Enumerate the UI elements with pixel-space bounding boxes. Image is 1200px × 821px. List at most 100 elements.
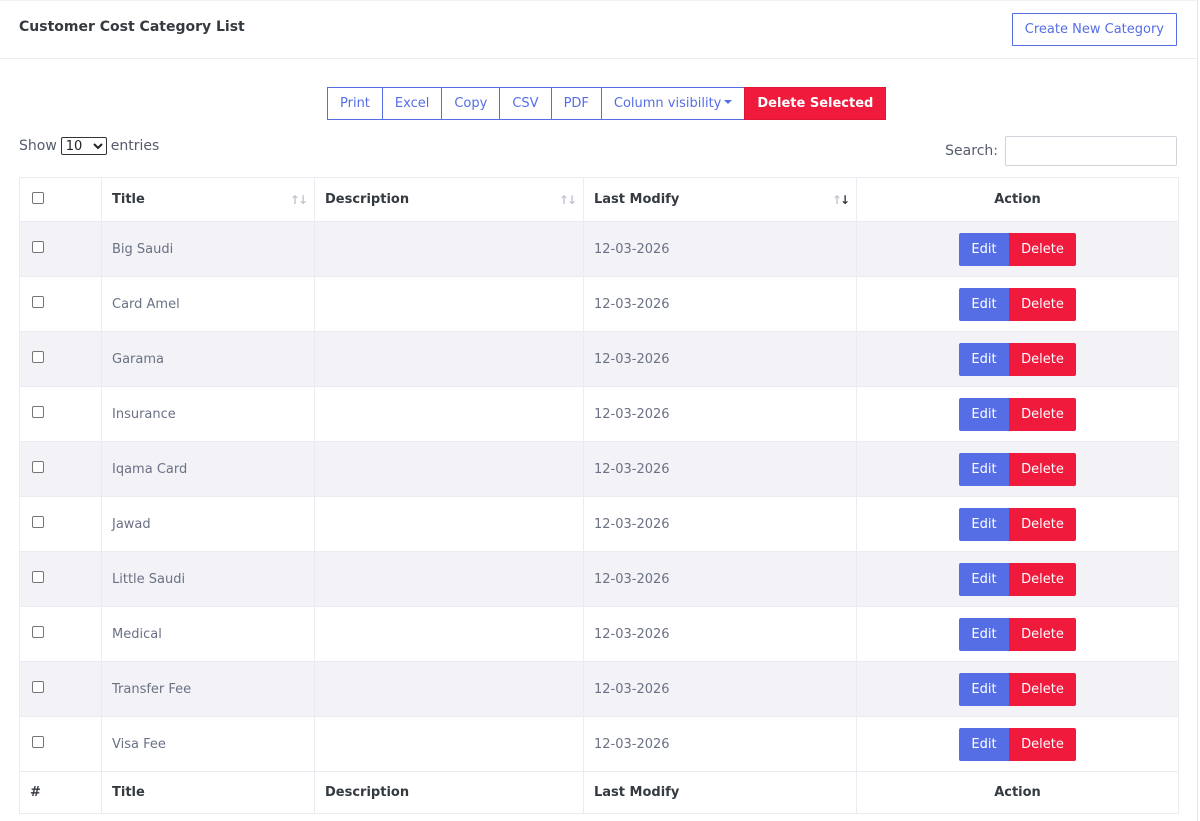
row-checkbox[interactable] <box>32 241 44 253</box>
entries-label: entries <box>110 138 160 154</box>
column-header-action: Action <box>856 177 1179 222</box>
delete-button[interactable]: Delete <box>1009 617 1076 651</box>
edit-button[interactable]: Edit <box>959 287 1009 321</box>
row-description <box>314 606 584 662</box>
row-description <box>314 441 584 497</box>
table-row: Transfer Fee 12-03-2026 Edit Delete <box>19 661 1179 717</box>
delete-button[interactable]: Delete <box>1009 562 1076 596</box>
row-action-cell: Edit Delete <box>856 661 1179 717</box>
row-description <box>314 661 584 717</box>
row-checkbox[interactable] <box>32 516 44 528</box>
select-all-checkbox[interactable] <box>32 191 44 204</box>
table-row: Visa Fee 12-03-2026 Edit Delete <box>19 716 1179 772</box>
row-last-modify: 12-03-2026 <box>583 606 857 662</box>
edit-button[interactable]: Edit <box>959 452 1009 486</box>
table-row: Jawad 12-03-2026 Edit Delete <box>19 496 1179 552</box>
edit-button[interactable]: Edit <box>959 727 1009 761</box>
column-header-description[interactable]: Description ↑↓ <box>314 177 584 222</box>
row-description <box>314 386 584 442</box>
row-action-group: Edit Delete <box>867 342 1168 376</box>
delete-button[interactable]: Delete <box>1009 507 1076 541</box>
delete-button[interactable]: Delete <box>1009 452 1076 486</box>
search-input[interactable] <box>1005 136 1177 166</box>
row-action-cell: Edit Delete <box>856 496 1179 552</box>
row-checkbox[interactable] <box>32 296 44 308</box>
copy-button[interactable]: Copy <box>441 87 501 120</box>
delete-button[interactable]: Delete <box>1009 727 1076 761</box>
edit-button[interactable]: Edit <box>959 617 1009 651</box>
row-action-cell: Edit Delete <box>856 551 1179 607</box>
row-select-cell <box>19 386 102 442</box>
delete-button[interactable]: Delete <box>1009 397 1076 431</box>
row-checkbox[interactable] <box>32 571 44 583</box>
row-action-group: Edit Delete <box>867 617 1168 651</box>
row-last-modify: 12-03-2026 <box>583 276 857 332</box>
print-button[interactable]: Print <box>327 87 383 120</box>
delete-button[interactable]: Delete <box>1009 232 1076 266</box>
column-header-last-modify[interactable]: Last Modify ↑↓ <box>583 177 857 222</box>
edit-button[interactable]: Edit <box>959 507 1009 541</box>
entries-select[interactable]: 10 <box>60 137 107 155</box>
row-last-modify: 12-03-2026 <box>583 441 857 497</box>
row-description <box>314 276 584 332</box>
row-last-modify: 12-03-2026 <box>583 716 857 772</box>
delete-button[interactable]: Delete <box>1009 287 1076 321</box>
edit-button[interactable]: Edit <box>959 232 1009 266</box>
row-action-cell: Edit Delete <box>856 221 1179 277</box>
row-action-group: Edit Delete <box>867 232 1168 266</box>
row-title: Iqama Card <box>101 441 315 497</box>
table-row: Garama 12-03-2026 Edit Delete <box>19 331 1179 387</box>
footer-action: Action <box>856 771 1179 814</box>
row-checkbox[interactable] <box>32 461 44 473</box>
row-checkbox[interactable] <box>32 681 44 693</box>
row-action-group: Edit Delete <box>867 507 1168 541</box>
create-new-category-button[interactable]: Create New Category <box>1011 13 1177 46</box>
pdf-button[interactable]: PDF <box>550 87 602 120</box>
row-last-modify: 12-03-2026 <box>583 661 857 717</box>
edit-button[interactable]: Edit <box>959 397 1009 431</box>
row-checkbox[interactable] <box>32 736 44 748</box>
excel-button[interactable]: Excel <box>381 87 443 120</box>
row-title: Visa Fee <box>101 716 315 772</box>
column-visibility-button[interactable]: Column visibility <box>600 87 746 120</box>
sort-arrows-icon: ↑↓ <box>289 193 308 207</box>
show-label: Show <box>19 138 57 154</box>
footer-description: Description <box>314 771 584 814</box>
delete-button[interactable]: Delete <box>1009 672 1076 706</box>
row-action-cell: Edit Delete <box>856 441 1179 497</box>
row-checkbox[interactable] <box>32 351 44 363</box>
row-last-modify: 12-03-2026 <box>583 331 857 387</box>
row-action-group: Edit Delete <box>867 397 1168 431</box>
delete-button[interactable]: Delete <box>1009 342 1076 376</box>
row-select-cell <box>19 441 102 497</box>
row-title: Big Saudi <box>101 221 315 277</box>
row-title: Little Saudi <box>101 551 315 607</box>
row-title: Insurance <box>101 386 315 442</box>
row-title: Transfer Fee <box>101 661 315 717</box>
card: Customer Cost Category List Create New C… <box>0 0 1198 821</box>
page-title: Customer Cost Category List <box>19 19 245 35</box>
row-title: Medical <box>101 606 315 662</box>
column-title-label: Title <box>112 192 145 207</box>
table-row: Little Saudi 12-03-2026 Edit Delete <box>19 551 1179 607</box>
export-button-group: Print Excel Copy CSV PDF Column visibili… <box>327 87 887 120</box>
caret-down-icon <box>724 99 733 104</box>
edit-button[interactable]: Edit <box>959 342 1009 376</box>
table-row: Card Amel 12-03-2026 Edit Delete <box>19 276 1179 332</box>
edit-button[interactable]: Edit <box>959 672 1009 706</box>
table-row: Insurance 12-03-2026 Edit Delete <box>19 386 1179 442</box>
column-description-label: Description <box>325 192 410 207</box>
column-header-title[interactable]: Title ↑↓ <box>101 177 315 222</box>
row-checkbox[interactable] <box>32 406 44 418</box>
csv-button[interactable]: CSV <box>499 87 552 120</box>
edit-button[interactable]: Edit <box>959 562 1009 596</box>
sort-arrows-icon: ↑↓ <box>558 193 577 207</box>
row-select-cell <box>19 496 102 552</box>
row-action-cell: Edit Delete <box>856 606 1179 662</box>
delete-selected-button[interactable]: Delete Selected <box>744 87 887 120</box>
column-last-modify-label: Last Modify <box>594 192 680 207</box>
row-checkbox[interactable] <box>32 626 44 638</box>
row-action-cell: Edit Delete <box>856 276 1179 332</box>
row-action-cell: Edit Delete <box>856 716 1179 772</box>
row-select-cell <box>19 331 102 387</box>
